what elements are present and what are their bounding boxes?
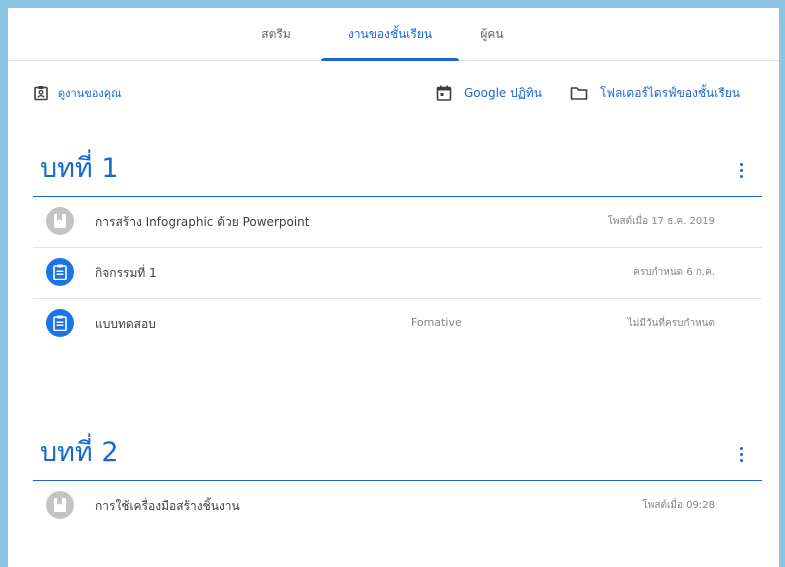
item-title: กิจกรรมที่ 1 [95, 266, 157, 280]
topic-more-options-button[interactable] [734, 160, 748, 180]
tab-people-label: ผู้คน [480, 26, 504, 41]
tab-classwork-label: งานของชั้นเรียน [347, 26, 433, 41]
calendar-icon [436, 85, 452, 101]
material-icon [46, 491, 74, 519]
folder-icon [570, 85, 588, 101]
classwork-item[interactable]: แบบทดสอบ Fomative ไม่มีวันที่ครบกำหนด [33, 299, 762, 349]
class-drive-folder-link[interactable]: โฟลเดอร์ไดรฟ์ของชั้นเรียน [570, 80, 740, 106]
google-calendar-label: Google ปฏิทิน [464, 85, 542, 100]
top-tabs: สตรีม งานของชั้นเรียน ผู้คน [8, 8, 779, 61]
classroom-page: สตรีม งานของชั้นเรียน ผู้คน ดูงานของคุณ [8, 8, 779, 567]
item-posted-date: โพสต์เมื่อ 17 ธ.ค. 2019 [607, 216, 715, 227]
tab-stream-label: สตรีม [261, 26, 291, 41]
class-drive-folder-label: โฟลเดอร์ไดรฟ์ของชั้นเรียน [600, 85, 741, 100]
badge-icon [33, 85, 49, 101]
topic-header: บทที่ 1 [33, 152, 762, 197]
topic-header: บทที่ 2 [33, 436, 762, 481]
tab-classwork[interactable]: งานของชั้นเรียน [321, 8, 459, 61]
topic-section: บทที่ 2 การใช้เครื่องมือสร้างชิ้นงาน โพส… [33, 436, 762, 531]
topic-more-options-button[interactable] [734, 444, 748, 464]
item-due-date: ไม่มีวันที่ครบกำหนด [627, 318, 715, 329]
tab-people[interactable]: ผู้คน [470, 8, 514, 60]
topic-section: บทที่ 1 การสร้าง Infographic ด้วย Powerp… [33, 152, 762, 349]
google-calendar-link[interactable]: Google ปฏิทิน [436, 80, 542, 106]
classwork-item[interactable]: กิจกรรมที่ 1 ครบกำหนด 6 ก.ค. [33, 248, 762, 299]
view-your-work-link[interactable]: ดูงานของคุณ [33, 80, 121, 106]
assignment-icon [46, 258, 74, 286]
item-title: การสร้าง Infographic ด้วย Powerpoint [95, 215, 310, 229]
classwork-item[interactable]: การใช้เครื่องมือสร้างชิ้นงาน โพสต์เมื่อ … [33, 481, 762, 531]
material-icon [46, 207, 74, 235]
item-title: การใช้เครื่องมือสร้างชิ้นงาน [95, 499, 240, 513]
active-tab-indicator [321, 58, 459, 61]
topic-title: บทที่ 2 [40, 437, 119, 468]
view-your-work-label: ดูงานของคุณ [58, 87, 122, 100]
classwork-item[interactable]: การสร้าง Infographic ด้วย Powerpoint โพส… [33, 197, 762, 248]
item-topic-tag: Fomative [411, 316, 462, 329]
item-posted-date: โพสต์เมื่อ 09:28 [642, 500, 715, 511]
classwork-actions: ดูงานของคุณ Google ปฏิทิน โฟลเดอร์ไดรฟ์ข… [8, 78, 779, 108]
item-due-date: ครบกำหนด 6 ก.ค. [633, 267, 715, 278]
item-title: แบบทดสอบ [95, 317, 156, 331]
topic-title: บทที่ 1 [40, 153, 119, 184]
assignment-icon [46, 309, 74, 337]
tab-stream[interactable]: สตรีม [246, 8, 306, 60]
